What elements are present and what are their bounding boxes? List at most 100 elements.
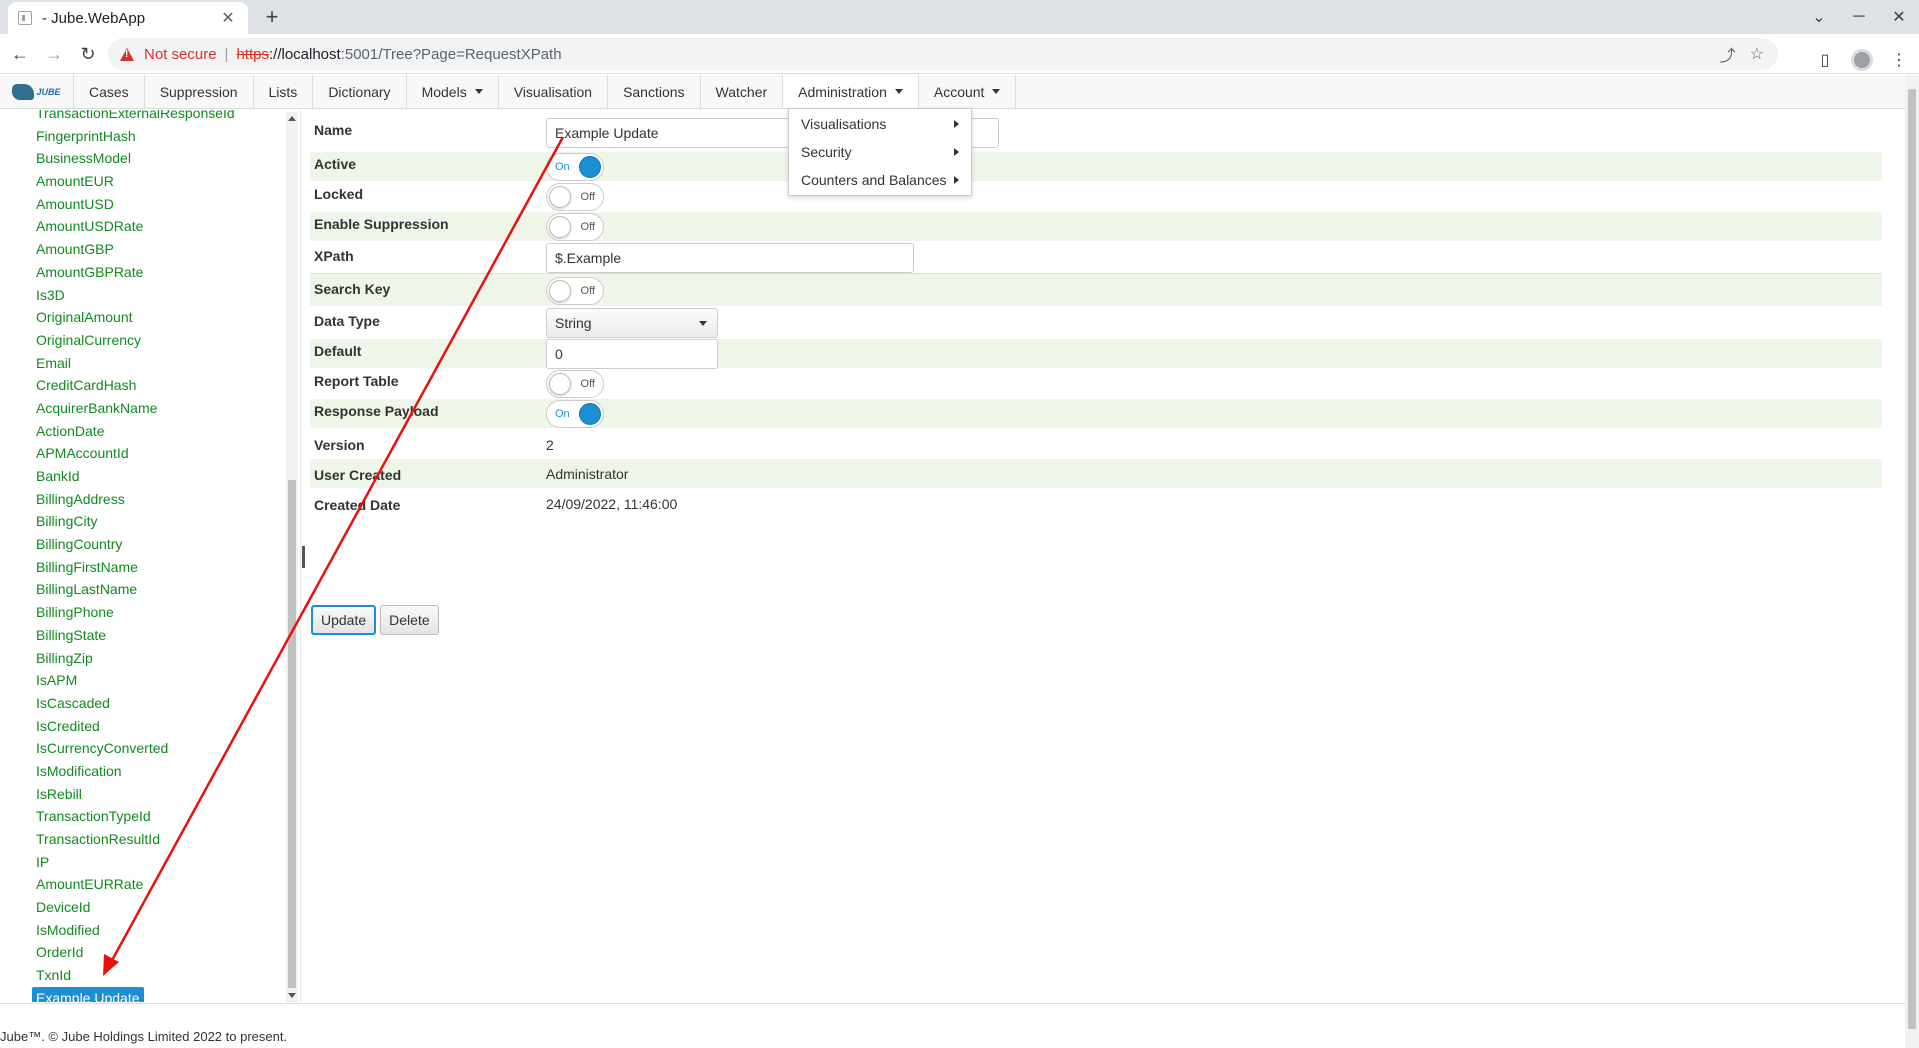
toggle-state: Off bbox=[580, 284, 595, 297]
pane-splitter[interactable] bbox=[300, 110, 305, 1002]
tree-item[interactable]: DeviceId bbox=[36, 896, 276, 919]
tree-item-selected[interactable]: Example Update bbox=[32, 986, 144, 1002]
tree-item[interactable]: BillingPhone bbox=[36, 601, 276, 624]
tree-item[interactable]: BankId bbox=[36, 465, 276, 488]
tree-item[interactable]: BillingCountry bbox=[36, 533, 276, 556]
nav-watcher[interactable]: Watcher bbox=[701, 75, 784, 108]
close-window-icon[interactable]: ✕ bbox=[1879, 7, 1919, 27]
sidebar-scrollbar[interactable] bbox=[286, 112, 298, 1002]
scroll-down-icon[interactable] bbox=[288, 993, 296, 998]
tree-item[interactable]: IsModified bbox=[36, 919, 276, 942]
url-path: :5001/Tree?Page=RequestXPath bbox=[340, 45, 562, 63]
report-table-toggle[interactable]: Off bbox=[546, 369, 604, 398]
active-toggle[interactable]: On bbox=[546, 152, 604, 181]
tree-item[interactable]: BillingZip bbox=[36, 647, 276, 670]
bookmark-star-icon[interactable]: ☆ bbox=[1750, 44, 1764, 64]
address-separator: | bbox=[224, 45, 229, 63]
tree-item[interactable]: AmountUSD bbox=[36, 193, 276, 216]
nav-administration[interactable]: Administration bbox=[783, 75, 919, 108]
nav-sanctions[interactable]: Sanctions bbox=[608, 75, 701, 108]
update-button[interactable]: Update bbox=[311, 605, 377, 635]
minimize-icon[interactable]: ─ bbox=[1839, 8, 1879, 26]
browser-tab[interactable]: - Jube.WebApp ✕ bbox=[8, 2, 248, 34]
nav-suppression[interactable]: Suppression bbox=[145, 75, 254, 108]
tree-item[interactable]: TransactionResultId bbox=[36, 828, 276, 851]
data-type-label: Data Type bbox=[314, 313, 380, 329]
row-name: Name bbox=[310, 114, 1882, 152]
tree-item[interactable]: BillingLastName bbox=[36, 578, 276, 601]
tab-search-icon[interactable]: ⌄ bbox=[1799, 7, 1839, 27]
jube-logo[interactable]: JUBE bbox=[0, 75, 74, 108]
address-bar[interactable]: Not secure | https://localhost:5001/Tree… bbox=[108, 38, 1778, 70]
tree-item[interactable]: BillingFirstName bbox=[36, 556, 276, 579]
scroll-up-icon[interactable] bbox=[288, 116, 296, 121]
tree-item[interactable]: APMAccountId bbox=[36, 442, 276, 465]
new-tab-button[interactable]: + bbox=[258, 4, 286, 32]
page-scrollbar[interactable] bbox=[1905, 75, 1919, 1048]
page-scroll-thumb[interactable] bbox=[1908, 89, 1916, 1029]
menu-item-visualisations[interactable]: Visualisations bbox=[789, 110, 971, 138]
nav-lists[interactable]: Lists bbox=[254, 75, 314, 108]
tree-item[interactable]: IsCurrencyConverted bbox=[36, 737, 276, 760]
tree-item[interactable]: TxnId bbox=[36, 964, 276, 987]
back-icon[interactable]: ← bbox=[6, 40, 34, 68]
nav-models[interactable]: Models bbox=[407, 75, 499, 108]
tree-item[interactable]: AmountGBPRate bbox=[36, 261, 276, 284]
tree-item[interactable]: FingerprintHash bbox=[36, 125, 276, 148]
default-input[interactable] bbox=[546, 338, 718, 369]
sidebar-scroll-thumb[interactable] bbox=[288, 480, 296, 988]
tree-item[interactable]: OrderId bbox=[36, 941, 276, 964]
splitter-handle[interactable] bbox=[302, 546, 305, 568]
menu-item-security[interactable]: Security bbox=[789, 138, 971, 166]
tree-item[interactable]: AmountGBP bbox=[36, 238, 276, 261]
tree-item[interactable]: BillingAddress bbox=[36, 488, 276, 511]
tree-item[interactable]: IsCascaded bbox=[36, 692, 276, 715]
menu-item-counters-and-balances[interactable]: Counters and Balances bbox=[789, 166, 971, 194]
tree-item[interactable]: BillingState bbox=[36, 624, 276, 647]
xpath-input[interactable] bbox=[546, 242, 914, 273]
tree-item[interactable]: IsAPM bbox=[36, 669, 276, 692]
toggle-knob bbox=[549, 372, 571, 395]
more-menu-icon[interactable]: ⋮ bbox=[1889, 50, 1909, 70]
nav-visualisation[interactable]: Visualisation bbox=[499, 75, 609, 108]
tree-item[interactable]: IsModification bbox=[36, 760, 276, 783]
tree-item[interactable]: TransactionExternalResponseId bbox=[36, 110, 276, 125]
tree-item[interactable]: IsRebill bbox=[36, 783, 276, 806]
submenu-arrow-icon bbox=[954, 120, 959, 128]
nav-account[interactable]: Account bbox=[919, 75, 1017, 108]
close-tab-icon[interactable]: ✕ bbox=[218, 8, 238, 28]
forward-icon[interactable]: → bbox=[40, 40, 68, 68]
tree-item[interactable]: AcquirerBankName bbox=[36, 397, 276, 420]
tree-item[interactable]: AmountEUR bbox=[36, 170, 276, 193]
delete-button[interactable]: Delete bbox=[380, 605, 439, 635]
tree-item[interactable]: ActionDate bbox=[36, 420, 276, 443]
tree-item[interactable]: OriginalCurrency bbox=[36, 329, 276, 352]
toggle-state: Off bbox=[580, 190, 595, 203]
tree-item[interactable]: OriginalAmount bbox=[36, 306, 276, 329]
enable-suppression-toggle[interactable]: Off bbox=[546, 212, 604, 241]
side-panel-icon[interactable]: ▯ bbox=[1815, 50, 1835, 70]
response-payload-toggle[interactable]: On bbox=[546, 399, 604, 428]
tree-item[interactable]: BillingCity bbox=[36, 510, 276, 533]
tree-item[interactable]: CreditCardHash bbox=[36, 374, 276, 397]
tree-item[interactable]: BusinessModel bbox=[36, 147, 276, 170]
not-secure-label[interactable]: Not secure bbox=[144, 46, 217, 63]
tree-item[interactable]: TransactionTypeId bbox=[36, 805, 276, 828]
tree-item[interactable]: Is3D bbox=[36, 284, 276, 307]
search-key-toggle[interactable]: Off bbox=[546, 276, 604, 305]
tree-item[interactable]: AmountUSDRate bbox=[36, 215, 276, 238]
nav-dictionary[interactable]: Dictionary bbox=[313, 75, 407, 108]
locked-toggle[interactable]: Off bbox=[546, 182, 604, 211]
version-label: Version bbox=[314, 437, 365, 453]
tree-item[interactable]: AmountEURRate bbox=[36, 873, 276, 896]
data-type-select[interactable]: String bbox=[546, 307, 718, 338]
nav-cases[interactable]: Cases bbox=[74, 75, 145, 108]
share-icon[interactable]: ⤴ bbox=[1720, 42, 1736, 66]
tree-item[interactable]: IsCredited bbox=[36, 715, 276, 738]
nav-models-label: Models bbox=[421, 83, 467, 100]
profile-avatar-icon[interactable] bbox=[1851, 49, 1873, 71]
reload-icon[interactable]: ↻ bbox=[74, 40, 102, 68]
tree-item[interactable]: IP bbox=[36, 851, 276, 874]
active-label: Active bbox=[314, 156, 357, 172]
tree-item[interactable]: Email bbox=[36, 352, 276, 375]
